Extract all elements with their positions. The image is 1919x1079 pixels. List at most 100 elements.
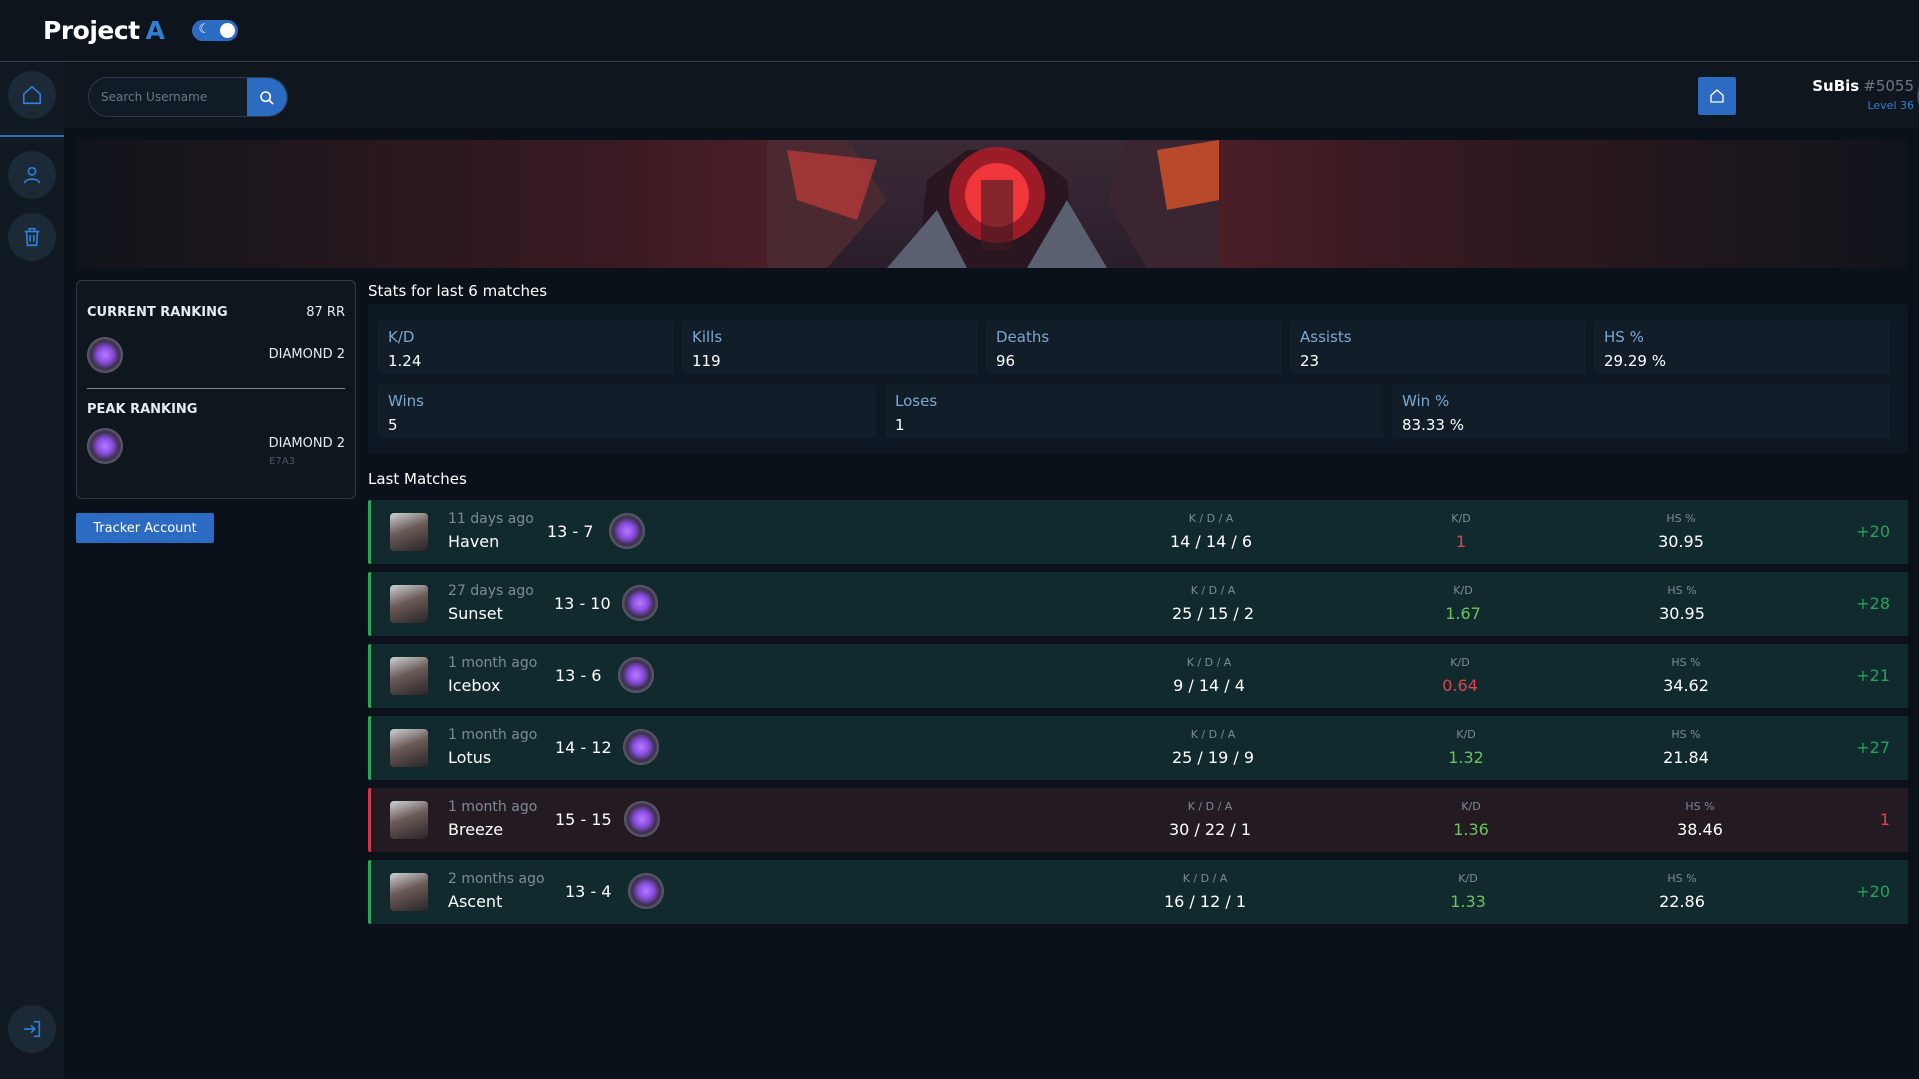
match-score: 13 - 10 bbox=[554, 594, 611, 613]
moon-icon: ☾ bbox=[198, 22, 211, 37]
kd-label: K/D bbox=[1458, 872, 1478, 885]
kd-label: K/D bbox=[1451, 512, 1471, 525]
logout-icon bbox=[23, 1020, 41, 1038]
search-bar bbox=[88, 77, 288, 117]
match-time: 11 days ago bbox=[448, 511, 534, 527]
trash-icon bbox=[24, 227, 40, 247]
stat-kd: K/D 1.24 bbox=[378, 320, 674, 374]
match-row[interactable]: 1 month ago Breeze 15 - 15 K / D / A 30 … bbox=[368, 788, 1908, 852]
home-button[interactable] bbox=[1698, 77, 1736, 115]
stat-label: HS % bbox=[1604, 328, 1644, 346]
home-nav-button[interactable] bbox=[8, 71, 56, 119]
peak-act: E7A3 bbox=[269, 456, 295, 467]
rr-change: +20 bbox=[1856, 882, 1890, 901]
kd-value: 1 bbox=[1455, 532, 1467, 551]
hs-value: 30.95 bbox=[1658, 532, 1704, 551]
search-icon bbox=[260, 91, 274, 105]
app-title-accent: A bbox=[145, 16, 165, 45]
match-map: Lotus bbox=[448, 748, 492, 767]
current-rr: 87 RR bbox=[306, 305, 345, 320]
peak-ranking: PEAK RANKING DIAMOND 2 E7A3 bbox=[87, 402, 345, 482]
stat-value: 83.33 % bbox=[1402, 416, 1464, 434]
header: SuBis#5055 Level 36 bbox=[64, 63, 1919, 128]
rank-icon bbox=[623, 729, 659, 765]
kda-value: 25 / 19 / 9 bbox=[1171, 748, 1255, 767]
search-button[interactable] bbox=[247, 78, 287, 116]
hs-value: 30.95 bbox=[1659, 604, 1705, 623]
hs-label: HS % bbox=[1685, 800, 1715, 813]
search-input[interactable] bbox=[89, 90, 249, 104]
hs-value: 22.86 bbox=[1659, 892, 1705, 911]
agent-icon bbox=[390, 585, 428, 623]
sidebar-active-indicator bbox=[0, 135, 64, 137]
stats-panel: K/D 1.24 Kills 119 Deaths 96 Assists 23 … bbox=[368, 304, 1908, 454]
hs-label: HS % bbox=[1667, 584, 1697, 597]
kd-label: K/D bbox=[1453, 584, 1473, 597]
divider bbox=[87, 388, 345, 389]
username: SuBis bbox=[1812, 77, 1860, 95]
match-score: 15 - 15 bbox=[555, 810, 612, 829]
kda-label: K / D / A bbox=[1190, 584, 1236, 597]
match-time: 1 month ago bbox=[448, 727, 538, 743]
tracker-account-button[interactable]: Tracker Account bbox=[76, 513, 214, 543]
user-tag: #5055 bbox=[1863, 77, 1914, 95]
peak-rank-name: DIAMOND 2 bbox=[268, 436, 345, 451]
toggle-knob bbox=[220, 23, 236, 38]
hs-value: 34.62 bbox=[1663, 676, 1709, 695]
match-score: 13 - 7 bbox=[547, 522, 594, 541]
stat-value: 23 bbox=[1300, 352, 1320, 370]
rank-icon bbox=[628, 873, 664, 909]
match-row[interactable]: 1 month ago Icebox 13 - 6 K / D / A 9 / … bbox=[368, 644, 1908, 708]
kda-label: K / D / A bbox=[1186, 656, 1232, 669]
kda-value: 25 / 15 / 2 bbox=[1171, 604, 1255, 623]
match-row[interactable]: 11 days ago Haven 13 - 7 K / D / A 14 / … bbox=[368, 500, 1908, 564]
match-row[interactable]: 2 months ago Ascent 13 - 4 K / D / A 16 … bbox=[368, 860, 1908, 924]
match-row[interactable]: 27 days ago Sunset 13 - 10 K / D / A 25 … bbox=[368, 572, 1908, 636]
user-level: Level 36 bbox=[1867, 99, 1914, 112]
user-name-line: SuBis #5055 bbox=[1744, 77, 1914, 95]
peak-ranking-title: PEAK RANKING bbox=[87, 402, 198, 417]
match-time: 27 days ago bbox=[448, 583, 534, 599]
home-icon bbox=[1710, 89, 1724, 103]
stat-loses: Loses 1 bbox=[885, 384, 1383, 438]
kda-label: K / D / A bbox=[1190, 728, 1236, 741]
app-logo: Project A bbox=[43, 16, 165, 45]
match-map: Breeze bbox=[448, 820, 504, 839]
match-score: 13 - 6 bbox=[555, 666, 602, 685]
user-info: SuBis #5055 Level 36 bbox=[1744, 77, 1914, 112]
current-ranking: CURRENT RANKING 87 RR DIAMOND 2 bbox=[87, 305, 345, 385]
theme-toggle[interactable]: ☾ bbox=[192, 20, 239, 41]
logout-button[interactable] bbox=[8, 1005, 56, 1053]
match-time: 2 months ago bbox=[448, 871, 545, 887]
kd-value: 1.67 bbox=[1445, 604, 1481, 623]
app-title: Project bbox=[43, 16, 140, 45]
rr-change: +27 bbox=[1856, 738, 1890, 757]
kd-label: K/D bbox=[1461, 800, 1481, 813]
rr-change: +20 bbox=[1856, 522, 1890, 541]
stat-label: Deaths bbox=[996, 328, 1050, 346]
match-row[interactable]: 1 month ago Lotus 14 - 12 K / D / A 25 /… bbox=[368, 716, 1908, 780]
rr-change: 1 bbox=[1879, 810, 1890, 829]
profile-nav-button[interactable] bbox=[8, 151, 56, 199]
kda-value: 14 / 14 / 6 bbox=[1169, 532, 1253, 551]
rank-icon bbox=[624, 801, 660, 837]
match-score: 13 - 4 bbox=[565, 882, 612, 901]
stat-value: 96 bbox=[996, 352, 1016, 370]
stat-wins: Wins 5 bbox=[378, 384, 876, 438]
sidebar bbox=[0, 63, 64, 1079]
delete-nav-button[interactable] bbox=[8, 213, 56, 261]
stat-value: 1.24 bbox=[388, 352, 422, 370]
kda-value: 9 / 14 / 4 bbox=[1173, 676, 1245, 695]
rank-icon bbox=[618, 657, 654, 693]
hs-label: HS % bbox=[1671, 728, 1701, 741]
stats-title: Stats for last 6 matches bbox=[368, 282, 548, 300]
rank-icon bbox=[622, 585, 658, 621]
kd-value: 1.36 bbox=[1453, 820, 1489, 839]
home-icon bbox=[22, 85, 42, 105]
agent-icon bbox=[390, 513, 428, 551]
hs-label: HS % bbox=[1667, 872, 1697, 885]
rank-icon bbox=[87, 428, 123, 464]
match-time: 1 month ago bbox=[448, 799, 538, 815]
rr-change: +21 bbox=[1856, 666, 1890, 685]
agent-icon bbox=[390, 657, 428, 695]
